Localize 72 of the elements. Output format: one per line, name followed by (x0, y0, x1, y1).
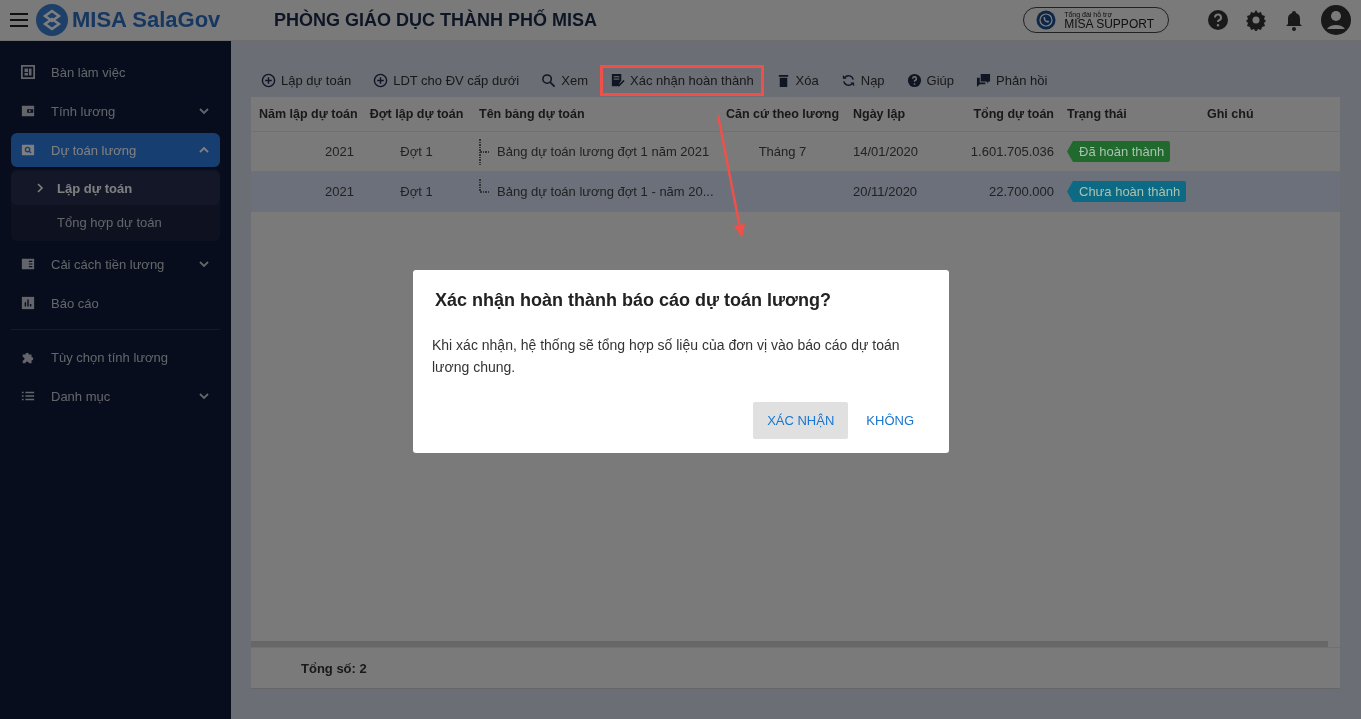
table-cell-text: 22.700.000 (987, 184, 1055, 199)
search-icon (21, 143, 35, 157)
sidebar-item[interactable]: Tùy chọn tính lương (11, 340, 220, 374)
toolbar-button[interactable]: Nạp (830, 68, 895, 92)
sidebar-item[interactable]: Danh mục (11, 379, 220, 413)
page-title: PHÒNG GIÁO DỤC THÀNH PHỐ MISA (274, 9, 598, 31)
cancel-button[interactable]: KHÔNG (852, 402, 928, 439)
table-cell-text: Tháng 7 (757, 144, 808, 159)
status-tag: Chưa hoàn thành (1067, 181, 1187, 202)
dialog-title: Xác nhận hoàn thành báo cáo dự toán lương? (435, 290, 832, 311)
table-cell-text: Đợt 1 (399, 184, 434, 199)
table-cell: Bảng dự toán lương đợt 1 năm 2021 (497, 144, 710, 159)
chevron-right-icon (35, 183, 45, 193)
chevron-down-icon (198, 390, 210, 402)
toolbar-button[interactable]: Lập dự toán (251, 68, 362, 92)
toolbar-button[interactable]: Xem (531, 68, 598, 92)
bar-chart-icon (21, 296, 35, 310)
column-header[interactable]: Tổng dự toán (931, 107, 1059, 121)
dialog-message: Khi xác nhận, hệ thống sẽ tổng hợp số liệu của đơn vị vào báo cáo dự toán lương chung. (432, 336, 901, 377)
column-header[interactable]: Năm lập dự toán (251, 107, 359, 121)
confirm-button[interactable]: XÁC NHẬN (753, 402, 849, 439)
column-header[interactable]: Căn cứ theo lương (717, 107, 845, 121)
puzzle-icon (21, 350, 35, 364)
sidebar-item[interactable]: Bàn làm việc (11, 55, 220, 89)
sidebar-subitem[interactable]: Tổng hợp dự toán (11, 205, 220, 239)
phone-icon (1036, 10, 1057, 30)
chevron-down-icon (198, 105, 210, 117)
document-icon (21, 257, 35, 271)
toolbar-button[interactable]: Xác nhận hoàn thành (600, 68, 764, 92)
sidebar-item[interactable]: Báo cáo (11, 286, 220, 320)
settings-icon[interactable] (1245, 9, 1267, 31)
tree-connector (479, 138, 489, 165)
table-cell-text: 1.601.705.036 (969, 144, 1055, 159)
chevron-down-icon (198, 258, 210, 270)
logo-text: MISA SalaGov (72, 7, 221, 33)
table-cell-text: 20/11/2020 (852, 184, 919, 199)
help-icon[interactable] (1207, 9, 1229, 31)
sidebar-item[interactable]: Dự toán lương (11, 133, 220, 167)
dashboard-icon (21, 65, 35, 79)
sidebar-item[interactable]: Cải cách tiền lương (11, 247, 220, 281)
add-icon (261, 72, 276, 88)
tree-connector (479, 178, 489, 193)
column-header[interactable]: Tên bảng dự toán (471, 107, 717, 121)
sidebar-subitem[interactable]: Lập dự toán (11, 171, 220, 205)
refresh-icon (840, 72, 856, 88)
table-cell-text: Đợt 1 (399, 144, 434, 159)
toolbar-button[interactable]: Phản hồi (966, 68, 1058, 92)
toolbar-button[interactable]: Giúp (896, 68, 965, 92)
total-count: Tổng số: 2 (301, 660, 367, 676)
search-icon (541, 72, 557, 88)
table-cell: Bảng dự toán lương đợt 1 - năm 20... (497, 184, 714, 199)
table-cell-text: 2021 (324, 144, 355, 159)
column-header[interactable]: Đợt lập dự toán (359, 107, 471, 121)
table-cell-text: 14/01/2020 (852, 144, 920, 159)
chat-icon (976, 72, 992, 88)
toolbar-button[interactable]: LDT cho ĐV cấp dưới (363, 68, 530, 92)
wallet-icon (21, 104, 35, 118)
logo-icon (36, 4, 68, 36)
column-header[interactable]: Ghi chú (1199, 107, 1340, 121)
checklist-icon (610, 72, 625, 88)
table-cell-text: 2021 (324, 184, 355, 199)
list-icon (21, 389, 35, 403)
column-header[interactable]: Ngày lập (845, 107, 931, 121)
column-header[interactable]: Trạng thái (1059, 107, 1199, 121)
sidebar-item[interactable]: Tính lương (11, 94, 220, 128)
avatar-icon[interactable] (1321, 5, 1351, 35)
help-icon (906, 72, 922, 88)
status-tag: Đã hoàn thành (1067, 141, 1171, 162)
menu-icon[interactable] (10, 12, 28, 28)
toolbar-button[interactable]: Xóa (765, 68, 829, 92)
table-row[interactable]: 2021 Đợt 1 Bảng dự toán lương đợt 1 - năm 20... 20/11/2020 22.700.000 Chưa hoàn thành (251, 172, 1340, 212)
add-icon (373, 72, 389, 88)
